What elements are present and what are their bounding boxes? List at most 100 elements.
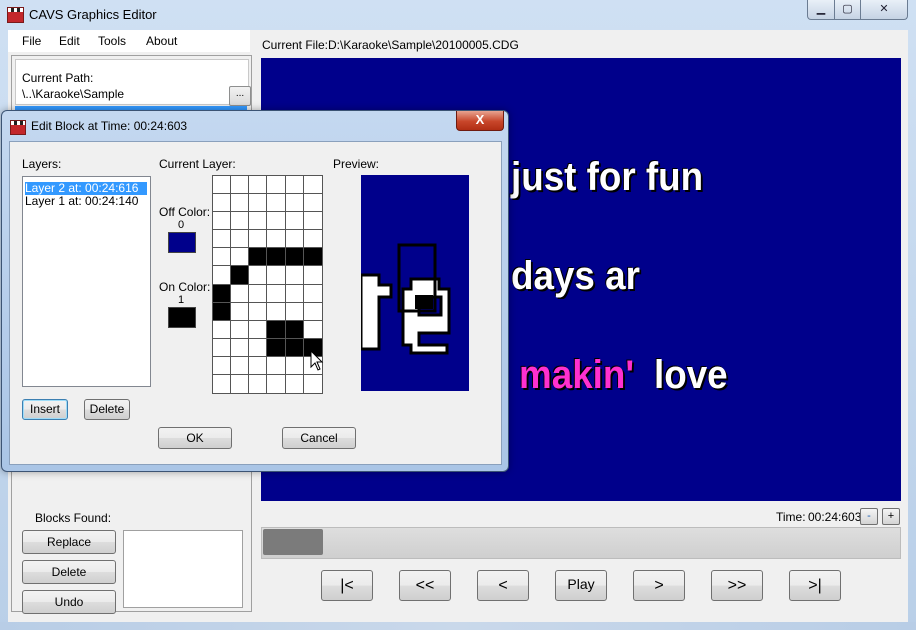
- off-color-swatch[interactable]: [168, 232, 196, 253]
- pixel-cell[interactable]: [213, 338, 232, 357]
- pixel-cell[interactable]: [249, 374, 268, 393]
- pixel-cell[interactable]: [213, 302, 232, 321]
- pixel-cell[interactable]: [213, 194, 232, 213]
- pixel-cell[interactable]: [303, 266, 322, 285]
- delete-block-button[interactable]: Delete: [22, 560, 116, 584]
- menu-tools[interactable]: Tools: [98, 34, 126, 48]
- pixel-grid[interactable]: [212, 175, 323, 394]
- pixel-cell[interactable]: [267, 212, 286, 231]
- pixel-cell[interactable]: [231, 338, 250, 357]
- pixel-cell[interactable]: [267, 284, 286, 303]
- pixel-cell[interactable]: [213, 248, 232, 267]
- pixel-cell[interactable]: [231, 320, 250, 339]
- insert-layer-button[interactable]: Insert: [22, 399, 68, 420]
- play-button[interactable]: Play: [555, 570, 607, 601]
- delete-layer-button[interactable]: Delete: [84, 399, 130, 420]
- pixel-cell[interactable]: [231, 266, 250, 285]
- pixel-cell[interactable]: [231, 284, 250, 303]
- pixel-cell[interactable]: [304, 375, 322, 393]
- last-button[interactable]: >|: [789, 570, 841, 601]
- minimize-button[interactable]: ▁: [807, 0, 835, 20]
- cancel-button[interactable]: Cancel: [282, 427, 356, 449]
- pixel-cell[interactable]: [249, 356, 268, 375]
- pixel-cell[interactable]: [213, 284, 232, 303]
- browse-button[interactable]: ...: [229, 86, 251, 106]
- pixel-cell[interactable]: [213, 266, 232, 285]
- pixel-cell[interactable]: [303, 212, 322, 231]
- pixel-cell[interactable]: [231, 230, 250, 249]
- pixel-cell[interactable]: [231, 356, 250, 375]
- seek-bar[interactable]: [261, 527, 901, 559]
- pixel-cell[interactable]: [285, 212, 304, 231]
- pixel-cell[interactable]: [285, 266, 304, 285]
- menu-about[interactable]: About: [146, 34, 177, 48]
- pixel-cell[interactable]: [231, 374, 250, 393]
- maximize-button[interactable]: ▢: [834, 0, 861, 20]
- pixel-cell[interactable]: [249, 194, 268, 213]
- pixel-cell[interactable]: [213, 320, 232, 339]
- pixel-cell[interactable]: [267, 356, 286, 375]
- pixel-cell[interactable]: [267, 194, 286, 213]
- pixel-cell[interactable]: [267, 374, 286, 393]
- pixel-cell[interactable]: [267, 248, 286, 267]
- pixel-cell[interactable]: [285, 230, 304, 249]
- close-button[interactable]: ✕: [860, 0, 908, 20]
- pixel-cell[interactable]: [249, 266, 268, 285]
- rewind-button[interactable]: <<: [399, 570, 451, 601]
- pixel-cell[interactable]: [213, 356, 232, 375]
- pixel-cell[interactable]: [231, 302, 250, 321]
- pixel-cell[interactable]: [213, 230, 232, 249]
- pixel-cell[interactable]: [303, 230, 322, 249]
- pixel-cell[interactable]: [285, 338, 304, 357]
- pixel-cell[interactable]: [231, 248, 250, 267]
- pixel-cell[interactable]: [249, 248, 268, 267]
- layer-item[interactable]: Layer 1 at: 00:24:140: [25, 195, 147, 208]
- pixel-cell[interactable]: [267, 266, 286, 285]
- time-minus-button[interactable]: -: [860, 508, 878, 525]
- pixel-cell[interactable]: [249, 176, 268, 195]
- undo-button[interactable]: Undo: [22, 590, 116, 614]
- pixel-cell[interactable]: [285, 302, 304, 321]
- pixel-cell[interactable]: [249, 320, 268, 339]
- on-color-swatch[interactable]: [168, 307, 196, 328]
- pixel-cell[interactable]: [285, 320, 304, 339]
- pixel-cell[interactable]: [267, 230, 286, 249]
- pixel-cell[interactable]: [285, 356, 304, 375]
- forward-button[interactable]: >>: [711, 570, 763, 601]
- pixel-cell[interactable]: [285, 176, 304, 195]
- next-button[interactable]: >: [633, 570, 685, 601]
- pixel-cell[interactable]: [231, 176, 250, 195]
- pixel-cell[interactable]: [249, 230, 268, 249]
- pixel-cell[interactable]: [286, 374, 304, 393]
- first-button[interactable]: |<: [321, 570, 373, 601]
- time-plus-button[interactable]: +: [882, 508, 900, 525]
- pixel-cell[interactable]: [267, 176, 286, 195]
- pixel-cell[interactable]: [231, 194, 250, 213]
- pixel-cell[interactable]: [267, 302, 286, 321]
- pixel-cell[interactable]: [285, 194, 304, 213]
- blocks-found-list[interactable]: [123, 530, 243, 608]
- pixel-cell[interactable]: [231, 212, 250, 231]
- pixel-cell[interactable]: [285, 248, 304, 267]
- pixel-cell[interactable]: [303, 248, 322, 267]
- ok-button[interactable]: OK: [158, 427, 232, 449]
- pixel-cell[interactable]: [213, 374, 232, 393]
- pixel-cell[interactable]: [249, 302, 268, 321]
- pixel-cell[interactable]: [303, 176, 322, 195]
- pixel-cell[interactable]: [303, 194, 322, 213]
- pixel-cell[interactable]: [303, 303, 322, 321]
- pixel-cell[interactable]: [267, 338, 286, 357]
- pixel-cell[interactable]: [249, 284, 268, 303]
- dialog-close-button[interactable]: X: [456, 111, 504, 131]
- menu-file[interactable]: File: [22, 34, 41, 48]
- prev-button[interactable]: <: [477, 570, 529, 601]
- pixel-cell[interactable]: [303, 321, 322, 339]
- layers-list[interactable]: Layer 2 at: 00:24:616 Layer 1 at: 00:24:…: [22, 176, 151, 387]
- menu-edit[interactable]: Edit: [59, 34, 80, 48]
- pixel-cell[interactable]: [303, 285, 322, 303]
- pixel-cell[interactable]: [213, 212, 232, 231]
- pixel-cell[interactable]: [249, 212, 268, 231]
- replace-button[interactable]: Replace: [22, 530, 116, 554]
- pixel-cell[interactable]: [267, 320, 286, 339]
- pixel-cell[interactable]: [213, 176, 232, 195]
